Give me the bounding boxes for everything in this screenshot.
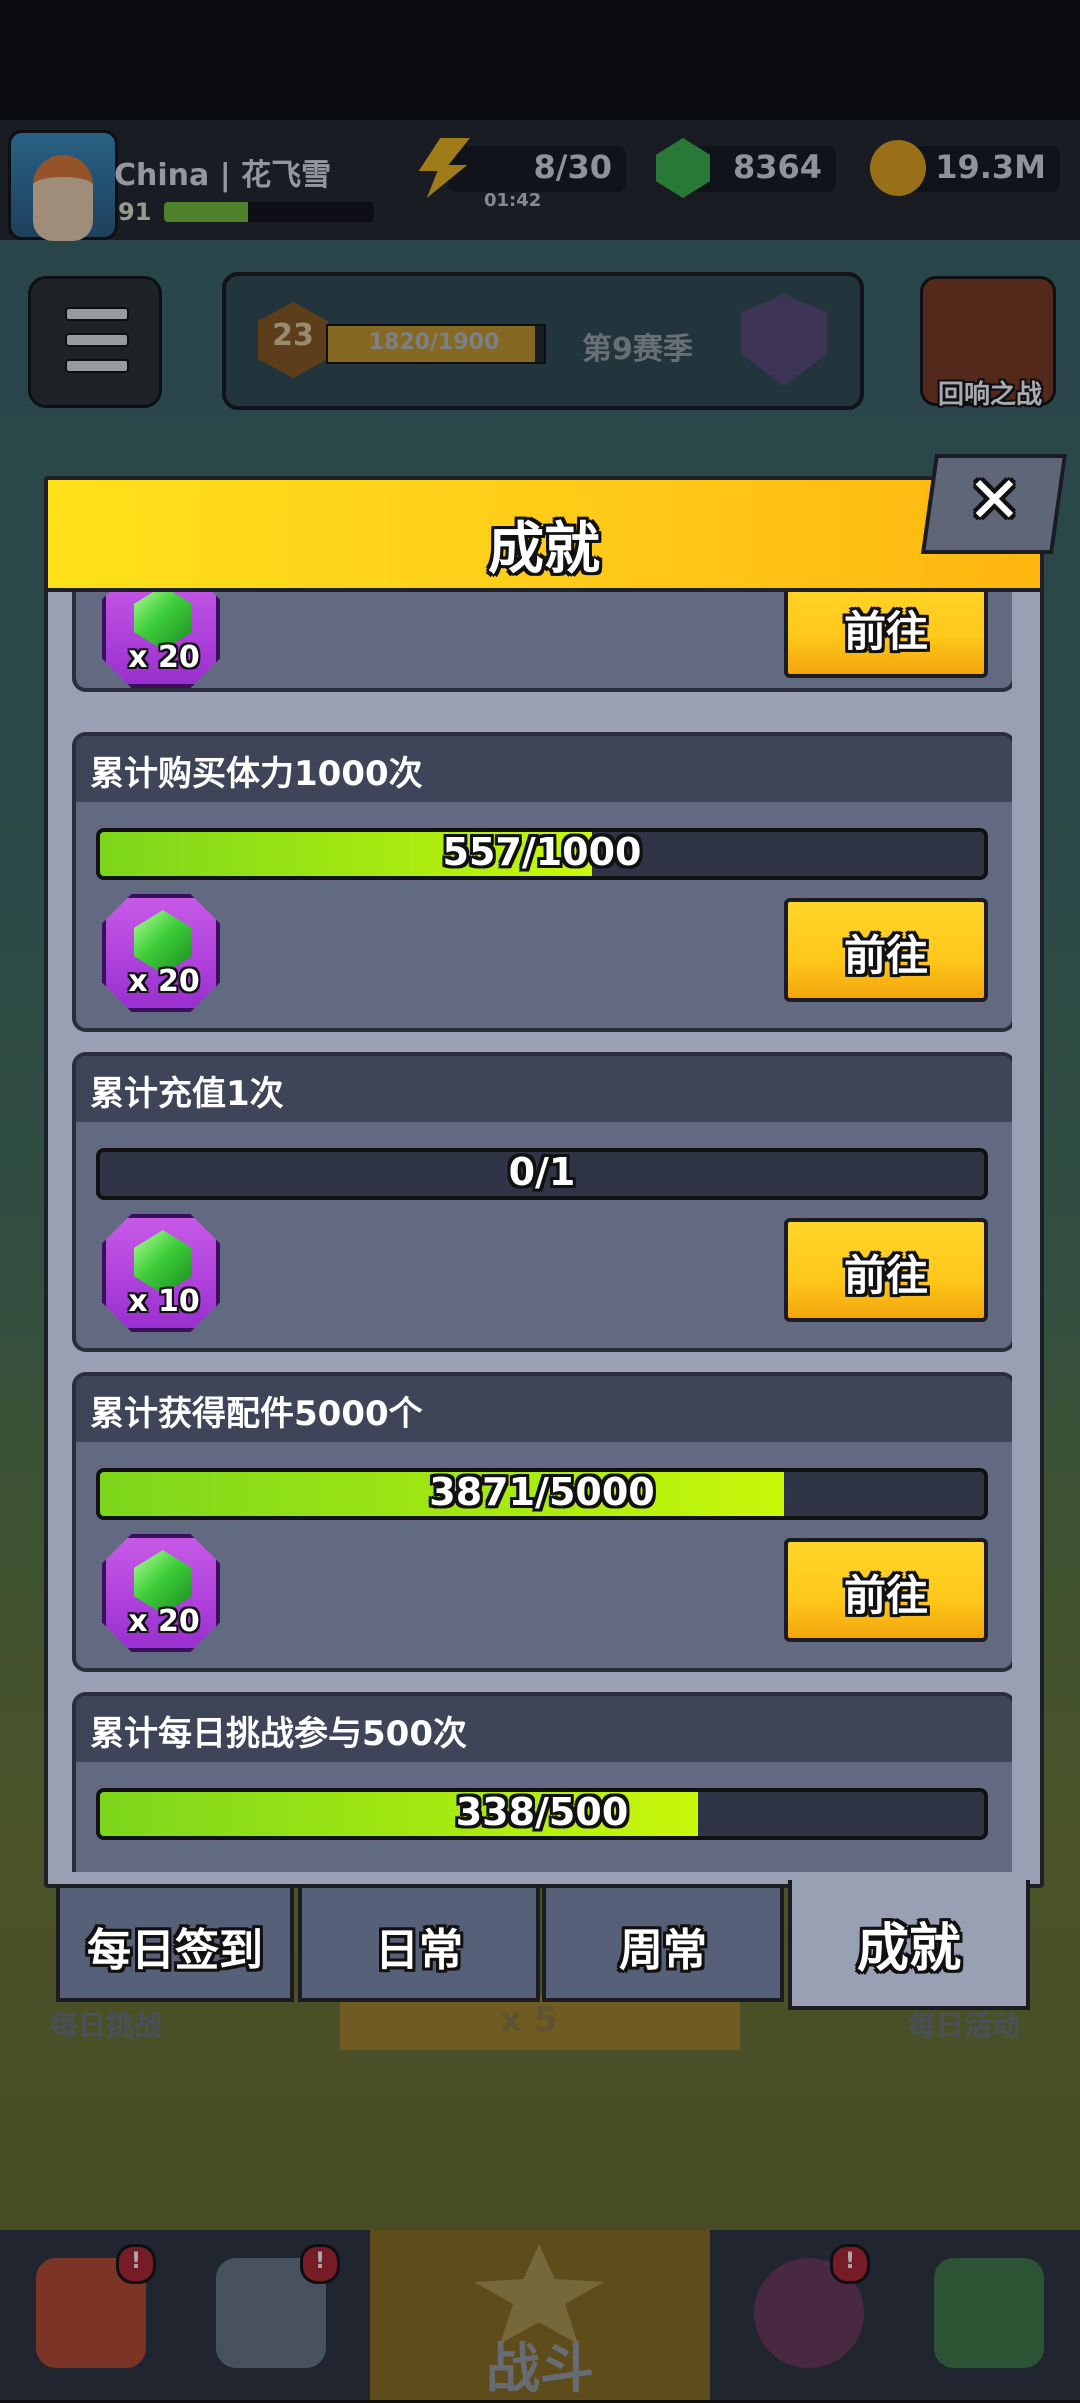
go-button[interactable]: 前往 [784,1218,988,1322]
achievement-card: 累计获得配件5000个 3871/5000 x 20 前往 [72,1372,1012,1672]
achievement-card-header: 累计购买体力1000次 [76,736,1012,802]
reward-quantity: x 10 [128,1284,200,1319]
go-button[interactable]: 前往 [784,592,988,678]
achievement-card: 累计充值1次 0/1 x 10 前往 [72,1052,1012,1352]
achievement-progress-text: 557/1000 [442,830,642,874]
achievement-progress-bar: 338/500 [96,1788,988,1840]
go-button-label: 前往 [843,931,928,980]
reward-quantity: x 20 [128,1604,200,1639]
gem-reward[interactable]: x 20 [102,1534,220,1652]
achievement-title: 累计获得配件5000个 [90,1394,423,1434]
modal-header: 成就 [48,480,1040,592]
modal-title: 成就 [488,517,600,582]
achievement-card-header: 累计充值1次 [76,1056,1012,1122]
tab-weekly[interactable]: 周常 [542,1884,784,2002]
achievement-card: 累计每日挑战参与500次 338/500 [72,1692,1012,1872]
tab-daily-signin[interactable]: 每日签到 [56,1884,294,2002]
achievement-progress-text: 3871/5000 [429,1470,655,1514]
achievement-list[interactable]: x 20 前往 累计购买体力1000次 557/1000 x 20 前往 累计充值1次 0/1… [72,592,1012,1872]
go-button-label: 前往 [843,607,928,656]
achievement-progress-bar: 3871/5000 [96,1468,988,1520]
achievement-progress-bar: 557/1000 [96,828,988,880]
go-button[interactable]: 前往 [784,898,988,1002]
gem-reward[interactable]: x 20 [102,894,220,1012]
tab-label: 每日签到 [87,1925,263,1976]
gem-reward[interactable]: x 10 [102,1214,220,1332]
achievement-title: 累计购买体力1000次 [90,754,423,794]
reward-quantity: x 20 [128,964,200,999]
go-button-label: 前往 [843,1571,928,1620]
achievement-title: 累计每日挑战参与500次 [90,1714,467,1754]
tab-label: 日常 [375,1925,463,1976]
achievement-card: 累计购买体力1000次 557/1000 x 20 前往 [72,732,1012,1032]
close-icon: ✕ [967,464,1022,538]
achievement-card: x 20 前往 [72,592,1012,692]
go-button-label: 前往 [843,1251,928,1300]
tab-achievements[interactable]: 成就 [788,1880,1030,2010]
achievement-progress-text: 338/500 [455,1790,629,1834]
tab-label: 成就 [856,1919,961,1979]
gem-reward[interactable]: x 20 [102,592,220,688]
achievement-card-header: 累计每日挑战参与500次 [76,1696,1012,1762]
achievement-progress-bar: 0/1 [96,1148,988,1200]
tab-label: 周常 [619,1925,707,1976]
close-button[interactable]: ✕ [920,454,1068,554]
achievement-progress-text: 0/1 [508,1150,576,1194]
achievements-modal: 成就 x 20 前往 累计购买体力1000次 557/1000 x 20 前往 累计充值1次… [44,476,1044,1888]
achievement-card-header: 累计获得配件5000个 [76,1376,1012,1442]
achievement-title: 累计充值1次 [90,1074,284,1114]
reward-quantity: x 20 [128,640,200,675]
tab-daily[interactable]: 日常 [298,1884,540,2002]
go-button[interactable]: 前往 [784,1538,988,1642]
